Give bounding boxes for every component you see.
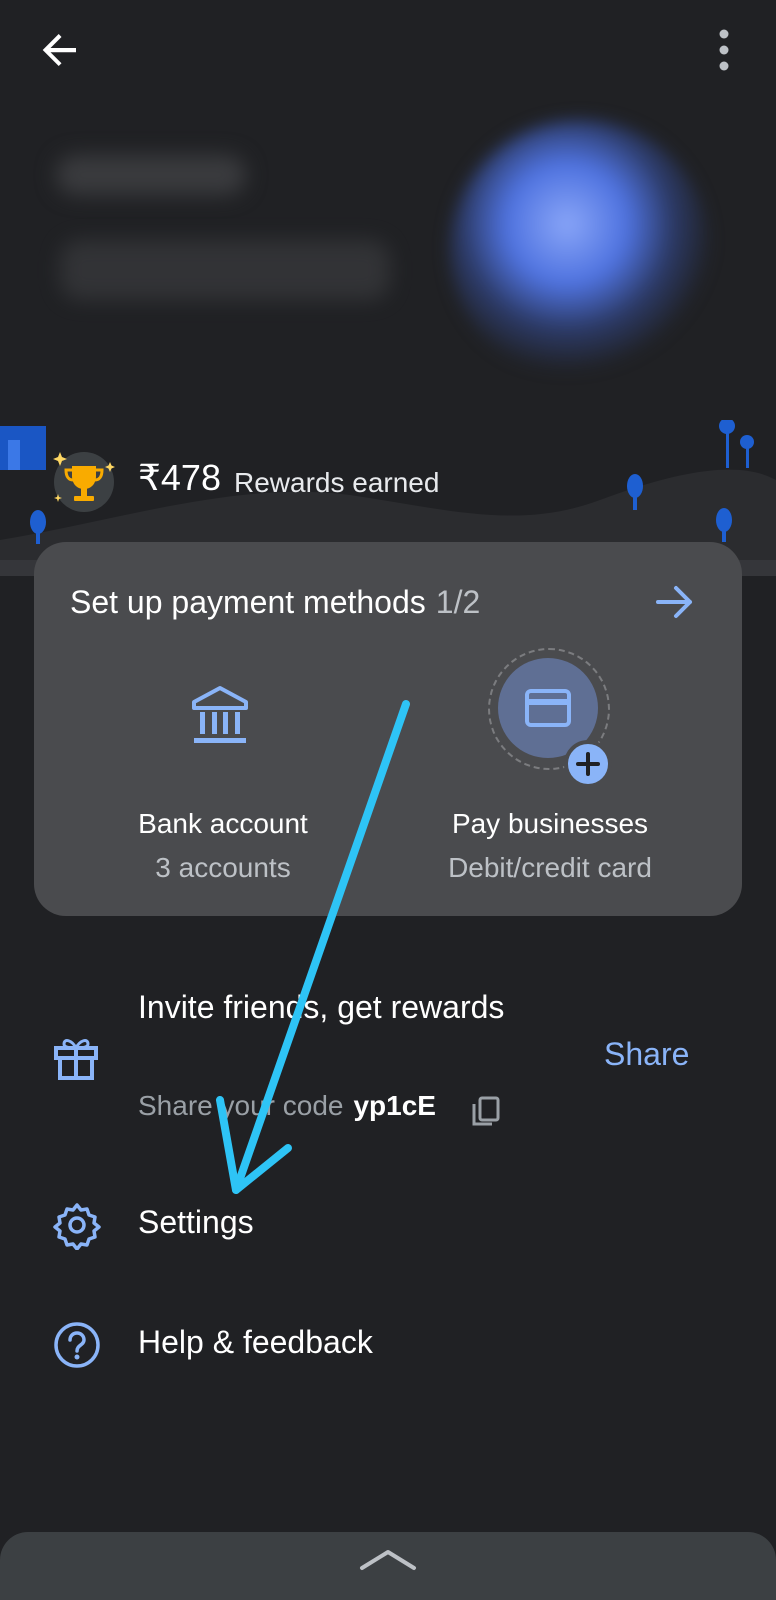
bank-account-title: Bank account [138,808,308,839]
bank-account-subtitle: 3 accounts [155,852,291,883]
credit-card-icon [524,688,572,728]
bank-icon [188,684,252,748]
copy-icon[interactable] [470,1094,502,1128]
invite-title[interactable]: Invite friends, get rewards [138,980,578,1034]
pay-businesses-title: Pay businesses [451,808,649,839]
pay-businesses-subtitle: Debit/credit card [448,852,652,883]
gift-icon [52,1034,100,1082]
payment-setup-card[interactable]: Set up payment methods 1/2 Bank account 3… [34,542,742,916]
invite-subtitle: Share your code yp1cE [138,1090,436,1122]
invite-code: yp1cE [353,1090,436,1121]
blurred-profile-details [60,240,390,300]
share-button[interactable]: Share [604,1036,689,1073]
arrow-right-icon[interactable] [654,582,698,622]
payment-setup-title-text: Set up payment methods [70,584,426,620]
profile-avatar[interactable] [450,120,710,380]
blurred-profile-name [56,155,246,195]
settings-label[interactable]: Settings [138,1204,254,1241]
settings-row[interactable] [0,1188,776,1264]
trophy-icon[interactable] [48,448,120,514]
payment-setup-progress: 1/2 [435,584,481,620]
help-circle-icon [52,1320,102,1370]
help-feedback-row[interactable] [0,1308,776,1384]
rewards-amount[interactable]: ₹478 [138,456,221,500]
chevron-up-icon[interactable] [358,1544,418,1574]
invite-subtitle-text: Share your code [138,1090,344,1121]
more-options-icon[interactable] [704,26,744,74]
back-arrow-icon[interactable] [36,26,84,74]
add-plus-icon [564,740,612,788]
rewards-label[interactable]: Rewards earned [234,465,439,501]
payment-setup-title: Set up payment methods 1/2 [70,584,480,621]
help-feedback-label[interactable]: Help & feedback [138,1324,373,1361]
settings-gear-icon [52,1200,102,1250]
